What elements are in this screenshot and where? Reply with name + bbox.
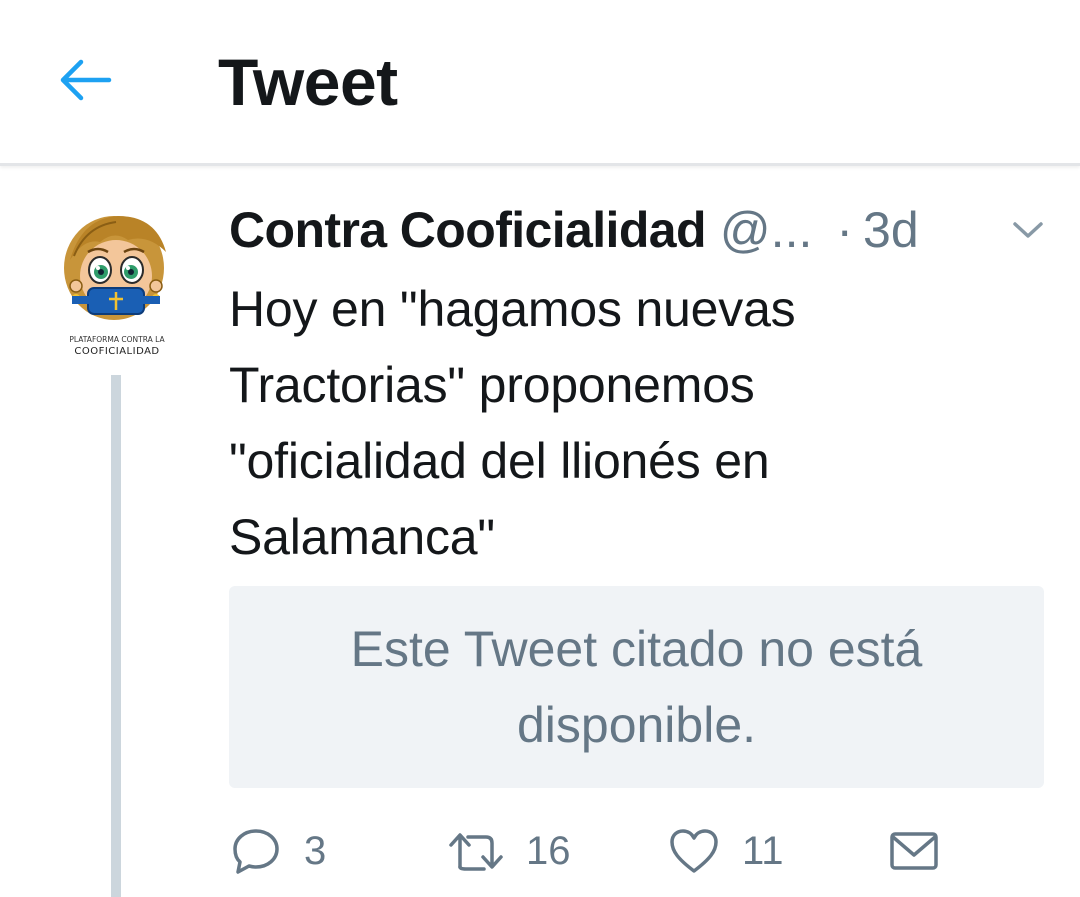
retweet-icon xyxy=(449,833,503,871)
retweet-count: 16 xyxy=(526,828,571,873)
page-title: Tweet xyxy=(218,45,398,119)
reply-icon xyxy=(233,829,279,874)
quoted-tweet-unavailable[interactable]: Este Tweet citado no está disponible. xyxy=(229,586,1044,788)
avatar-caption-line2: COOFICIALIDAD xyxy=(74,346,159,357)
quoted-tweet-message: Este Tweet citado no está disponible. xyxy=(350,621,923,753)
arrow-left-icon xyxy=(60,59,112,101)
avatar[interactable]: PLATAFORMA CONTRA LA COOFICIALIDAD xyxy=(56,206,178,360)
author-handle[interactable]: @... xyxy=(720,201,812,259)
top-app-bar: Tweet xyxy=(0,0,1080,166)
like-count: 11 xyxy=(742,828,784,873)
retweet-button[interactable]: 16 xyxy=(448,818,571,884)
author-name[interactable]: Contra Cooficialidad xyxy=(229,201,707,259)
tweet-header: Contra Cooficialidad @... · 3d xyxy=(229,197,989,263)
reply-button[interactable]: 3 xyxy=(230,818,326,884)
tweet-menu-button[interactable] xyxy=(1003,210,1053,250)
separator-dot: · xyxy=(836,202,854,258)
avatar-caption-line1: PLATAFORMA CONTRA LA xyxy=(69,335,165,344)
reply-count: 3 xyxy=(304,828,327,873)
envelope-icon xyxy=(890,832,938,870)
tweet-actions: 3 16 11 xyxy=(0,818,1080,884)
tweet-text: Hoy en "hagamos nuevas Tractorias" propo… xyxy=(229,281,796,565)
timestamp[interactable]: 3d xyxy=(863,201,919,259)
chevron-down-icon xyxy=(1013,222,1043,238)
share-via-message-button[interactable] xyxy=(888,818,940,884)
back-button[interactable] xyxy=(52,50,118,110)
heart-icon xyxy=(670,829,718,873)
like-button[interactable]: 11 xyxy=(668,818,784,884)
